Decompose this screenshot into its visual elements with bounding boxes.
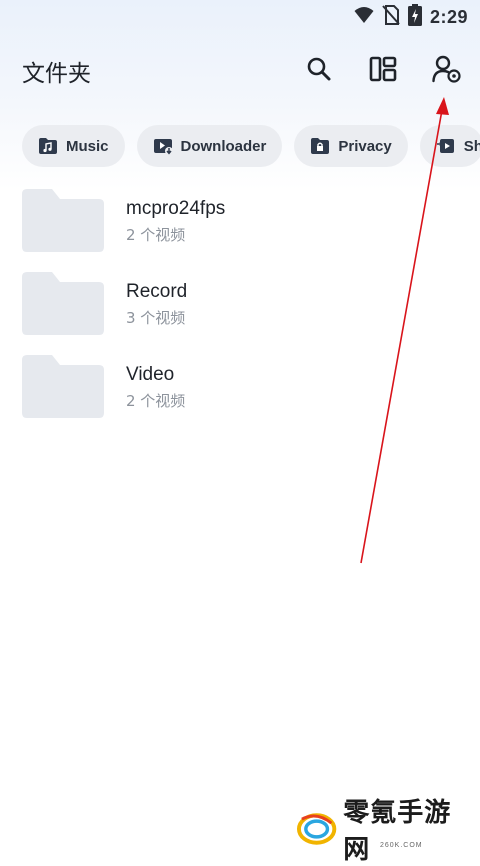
chip-label: Music <box>66 137 109 155</box>
download-folder-icon <box>153 136 173 156</box>
no-sim-icon <box>382 4 400 30</box>
page-title: 文件夹 <box>22 61 91 87</box>
chip-downloader[interactable]: Downloader <box>136 125 283 167</box>
lock-folder-icon <box>310 136 330 156</box>
battery-charging-icon <box>407 3 422 31</box>
folder-icon <box>22 272 104 335</box>
video-count: 2 个视频 <box>126 226 186 244</box>
watermark-text: 零氪手游网 <box>343 798 452 865</box>
share-folder-icon <box>436 136 456 156</box>
video-count: 2 个视频 <box>126 392 186 410</box>
layout-toggle-button[interactable] <box>366 52 400 86</box>
wifi-icon <box>354 6 374 29</box>
watermark-subtext: 260K.COM <box>380 842 423 849</box>
folder-list: mcpro24fps 2 个视频 Record 3 个视频 Video 2 个视… <box>0 186 480 435</box>
watermark-logo-icon <box>296 813 337 845</box>
layout-toggle-icon <box>369 56 397 82</box>
status-time: 2:29 <box>429 6 468 27</box>
search-button[interactable] <box>302 52 336 86</box>
list-item[interactable]: mcpro24fps 2 个视频 <box>0 186 480 269</box>
chip-label: Sh <box>463 137 480 155</box>
chip-music[interactable]: Music <box>22 125 125 167</box>
account-settings-button[interactable] <box>430 52 464 86</box>
folder-icon <box>22 189 104 252</box>
list-item[interactable]: Record 3 个视频 <box>0 269 480 352</box>
chip-share[interactable]: Sh <box>419 125 480 167</box>
app-bar: 文件夹 <box>0 46 480 92</box>
chip-label: Downloader <box>180 137 267 155</box>
category-chips: Music Downloader Privacy Sh <box>22 125 480 167</box>
folder-icon <box>22 355 104 418</box>
folder-name: Video <box>126 364 175 385</box>
folder-name: Record <box>126 281 188 302</box>
music-folder-icon <box>38 136 58 156</box>
account-settings-icon <box>432 55 461 83</box>
video-count: 3 个视频 <box>126 309 186 327</box>
watermark: 零氪手游网 260K.COM <box>296 798 476 865</box>
chip-label: Privacy <box>338 137 392 155</box>
list-item[interactable]: Video 2 个视频 <box>0 352 480 435</box>
status-bar: 2:29 <box>0 0 480 34</box>
search-icon <box>307 57 331 81</box>
chip-privacy[interactable]: Privacy <box>294 125 408 167</box>
folder-name: mcpro24fps <box>126 198 226 219</box>
